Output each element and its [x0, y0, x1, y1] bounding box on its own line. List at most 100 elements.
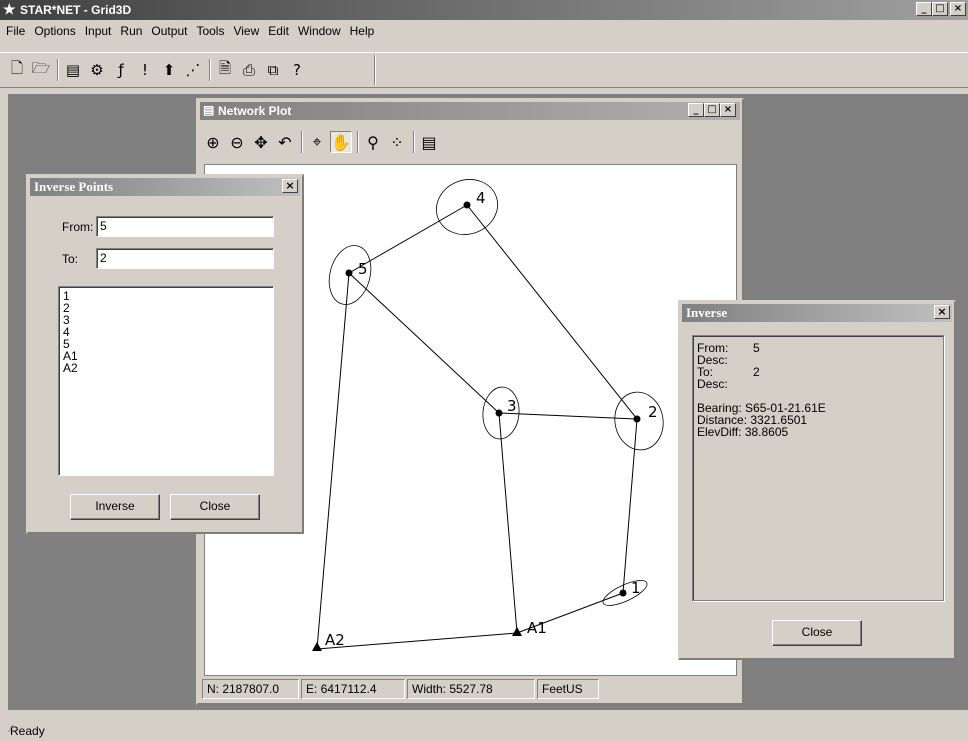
- obs-line: [498, 412, 638, 420]
- open-folder-icon[interactable]: 🗁: [30, 59, 52, 81]
- list-item[interactable]: 2: [63, 302, 269, 314]
- list-icon[interactable]: ▤: [418, 131, 440, 153]
- point-marker: [633, 415, 641, 423]
- point-label-4: 4: [476, 189, 486, 207]
- restore-button[interactable]: □: [932, 2, 948, 16]
- minimize-button[interactable]: _: [916, 2, 932, 16]
- hand-icon[interactable]: ✋: [330, 131, 352, 153]
- list-item[interactable]: 5: [63, 338, 269, 350]
- window-controls: _ □ ×: [916, 2, 966, 16]
- inverse-points-close-icon[interactable]: ×: [282, 179, 298, 193]
- document-icon: ▤: [203, 103, 215, 117]
- point-marker: [463, 201, 471, 209]
- menu-file[interactable]: File: [2, 21, 30, 41]
- center-icon[interactable]: ⌖: [306, 131, 328, 153]
- menu-tools[interactable]: Tools: [192, 21, 229, 41]
- plot-close-button[interactable]: ×: [720, 103, 736, 117]
- find-icon[interactable]: ⚲: [362, 131, 384, 153]
- obs-line: [316, 632, 518, 650]
- new-file-icon[interactable]: 🗋: [6, 59, 28, 81]
- run-adjust-icon[interactable]: ƒ: [110, 59, 132, 81]
- plot-width: Width: 5527.78: [407, 679, 535, 699]
- point-label-1: 1: [631, 579, 641, 597]
- from-label: From:: [62, 220, 94, 234]
- menu-bar: File Options Input Run Output Tools View…: [0, 21, 968, 41]
- inverse-points-title-bar: Inverse Points ×: [30, 178, 300, 196]
- list-item[interactable]: A1: [63, 350, 269, 362]
- up-arrow-icon[interactable]: ⬆: [158, 59, 180, 81]
- obs-line: [348, 272, 500, 414]
- inverse-result-dialog: Inverse × From: 5 Desc: To: 2 Desc: Bearin…: [678, 300, 956, 660]
- plot-toolbar: ⊕ ⊖ ✥ ↶ ⌖ ✋ ⚲ ⁘ ▤: [202, 126, 442, 158]
- menu-input[interactable]: Input: [81, 21, 117, 41]
- menu-window[interactable]: Window: [294, 21, 346, 41]
- undo-icon[interactable]: ↶: [274, 131, 296, 153]
- east-coordinate: E: 6417112.4: [301, 679, 405, 699]
- process-icon[interactable]: ⚙: [86, 59, 108, 81]
- plot-restore-button[interactable]: □: [704, 103, 720, 117]
- menu-view[interactable]: View: [229, 21, 264, 41]
- north-coordinate: N: 2187807.0: [202, 679, 299, 699]
- inverse-points-title: Inverse Points: [34, 179, 114, 194]
- plot-status-bar: N: 2187807.0 E: 6417112.4 Width: 5527.78…: [202, 679, 738, 699]
- network-icon[interactable]: ⋰: [182, 59, 204, 81]
- elevdiff-label: ElevDiff:: [697, 425, 742, 439]
- list-item[interactable]: A2: [63, 362, 269, 374]
- menu-help[interactable]: Help: [346, 21, 380, 41]
- close-button[interactable]: ×: [950, 2, 966, 16]
- inverse-points-dialog: Inverse Points × From: 5 To: 2 1 2 3 4 5…: [26, 174, 304, 534]
- menu-run[interactable]: Run: [116, 21, 147, 41]
- edit-input-icon[interactable]: ▤: [62, 59, 84, 81]
- app-title: STAR*NET - Grid3D: [20, 3, 132, 17]
- inverse-close-button[interactable]: Close: [772, 620, 862, 646]
- print-icon[interactable]: ⎙: [238, 59, 260, 81]
- obs-line: [622, 418, 638, 594]
- to-value: 2: [753, 365, 760, 379]
- obs-line: [316, 272, 350, 650]
- zoom-out-icon[interactable]: ⊖: [226, 131, 248, 153]
- units-display: FeetUS: [537, 679, 599, 699]
- point-label-a1: A1: [527, 619, 547, 637]
- point-marker: [619, 589, 627, 597]
- pan-icon[interactable]: ✥: [250, 131, 272, 153]
- desc-label: Desc:: [697, 377, 728, 391]
- list-item[interactable]: 4: [63, 326, 269, 338]
- from-value: 5: [753, 341, 760, 355]
- point-list[interactable]: 1 2 3 4 5 A1 A2: [58, 286, 274, 476]
- inverse-result-panel: From: 5 Desc: To: 2 Desc: Bearing: S65-01-…: [692, 335, 944, 601]
- network-plot-title-bar: ▤ Network Plot _ □ ×: [200, 102, 740, 120]
- obs-line: [498, 412, 518, 634]
- network-plot-title: Network Plot: [218, 104, 292, 118]
- plot-window-controls: _ □ ×: [688, 103, 736, 117]
- menu-edit[interactable]: Edit: [264, 21, 294, 41]
- point-marker: [345, 269, 353, 277]
- app-title-bar: ★ STAR*NET - Grid3D _ □ ×: [0, 0, 968, 20]
- print-preview-icon[interactable]: 🗎: [214, 59, 236, 81]
- status-bar: Ready ⁄: [0, 718, 968, 741]
- obs-line: [466, 204, 638, 420]
- to-input[interactable]: 2: [96, 248, 274, 269]
- point-label-a2: A2: [325, 631, 345, 649]
- points-icon[interactable]: ⁘: [386, 131, 408, 153]
- help-icon[interactable]: ?: [286, 59, 308, 81]
- warning-icon[interactable]: !: [134, 59, 156, 81]
- list-item[interactable]: 1: [63, 290, 269, 302]
- star-logo-icon: ★: [3, 1, 16, 17]
- close-dialog-button[interactable]: Close: [170, 494, 260, 520]
- from-input[interactable]: 5: [96, 216, 274, 237]
- copy-icon[interactable]: ⧉: [262, 59, 284, 81]
- plot-minimize-button[interactable]: _: [688, 103, 704, 117]
- inverse-result-title: Inverse: [686, 305, 728, 320]
- inverse-result-close-icon[interactable]: ×: [934, 305, 950, 319]
- inverse-button[interactable]: Inverse: [70, 494, 160, 520]
- point-marker: [495, 409, 503, 417]
- menu-output[interactable]: Output: [147, 21, 192, 41]
- list-item[interactable]: 3: [63, 314, 269, 326]
- control-point-marker: [312, 642, 322, 651]
- resize-grip-icon[interactable]: ⁄: [10, 724, 966, 739]
- zoom-in-icon[interactable]: ⊕: [202, 131, 224, 153]
- point-label-2: 2: [648, 403, 658, 421]
- inverse-result-title-bar: Inverse ×: [682, 304, 952, 322]
- menu-options[interactable]: Options: [30, 21, 80, 41]
- point-label-3: 3: [507, 397, 517, 415]
